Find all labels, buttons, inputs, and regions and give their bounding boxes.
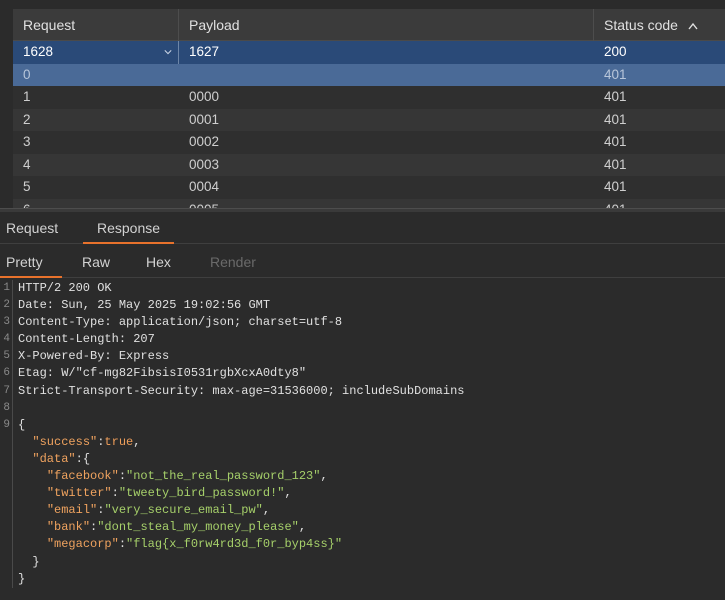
json-key: "twitter" <box>46 486 112 501</box>
view-tabs: Pretty Raw Hex Render <box>0 246 725 278</box>
json-value: "tweety_bird_password!" <box>118 486 285 501</box>
table-row[interactable]: 2 0001 401 <box>13 108 725 131</box>
request-cell[interactable]: 1628 <box>13 41 179 64</box>
status-line: HTTP/2 200 OK <box>18 281 112 295</box>
json-key: "data" <box>32 451 76 466</box>
json-key: "bank" <box>46 520 91 535</box>
table-row[interactable]: 1 0000 401 <box>13 86 725 109</box>
table-row[interactable]: 3 0002 401 <box>13 131 725 154</box>
tab-hex[interactable]: Hex <box>126 246 189 278</box>
table-row[interactable]: 5 0004 401 <box>13 176 725 199</box>
json-value: true <box>104 434 134 449</box>
json-value: "flag{x_f0rw4rd3d_f0r_byp4ss}" <box>126 537 343 552</box>
tab-pretty[interactable]: Pretty <box>0 246 62 278</box>
json-value: "very_secure_email_pw" <box>104 503 263 518</box>
table-header: Request Payload Status code <box>13 9 725 41</box>
json-key: "success" <box>32 434 98 449</box>
results-table: Request Payload Status code 1628 1627 20… <box>13 9 725 208</box>
results-panel: Request Payload Status code 1628 1627 20… <box>0 0 725 208</box>
payload-cell: 1627 <box>189 44 220 59</box>
tab-request[interactable]: Request <box>0 212 83 244</box>
message-tabs: Request Response <box>0 212 725 244</box>
response-viewer[interactable]: 1 HTTP/2 200 OK 2 Date: Sun, 25 May 2025 1… <box>0 280 725 600</box>
status-cell: 200 <box>604 44 627 59</box>
header-line: Content-Type: application/json; charset=… <box>18 315 343 330</box>
header-line: Strict-Transport-Security: max-age=31536… <box>18 383 465 398</box>
json-close-brace: } <box>32 554 40 569</box>
header-line: Etag: W/"cf-mg82FibsisI0531rgbXcxA0dty8" <box>18 366 307 381</box>
tab-response[interactable]: Response <box>83 212 175 244</box>
table-row[interactable]: 0 401 <box>13 63 725 86</box>
header-line: Date: Sun, 25 May 2025 19:02:56 GMT <box>18 298 271 313</box>
json-open-brace: { <box>18 417 26 432</box>
header-line: Content-Length: 207 <box>18 332 155 347</box>
json-value: "dont_steal_my_money_please" <box>97 520 299 535</box>
column-header-status[interactable]: Status code <box>594 9 725 41</box>
column-header-request[interactable]: Request <box>13 9 179 41</box>
table-row-highlighted[interactable]: 1628 1627 200 <box>13 41 725 64</box>
table-row[interactable]: 6 0005 401 <box>13 198 725 208</box>
table-row[interactable]: 4 0003 401 <box>13 153 725 176</box>
tab-raw[interactable]: Raw <box>62 246 126 278</box>
json-key: "facebook" <box>46 469 119 484</box>
chevron-down-icon[interactable] <box>164 48 172 56</box>
json-close-brace: } <box>18 571 26 586</box>
header-line: X-Powered-By: Express <box>18 349 170 364</box>
column-header-payload[interactable]: Payload <box>179 9 594 41</box>
json-value: "not_the_real_password_123" <box>126 469 321 484</box>
json-key: "email" <box>46 503 98 518</box>
json-key: "megacorp" <box>46 537 119 552</box>
tab-render[interactable]: Render <box>189 246 269 278</box>
sort-ascending-icon <box>688 23 698 30</box>
